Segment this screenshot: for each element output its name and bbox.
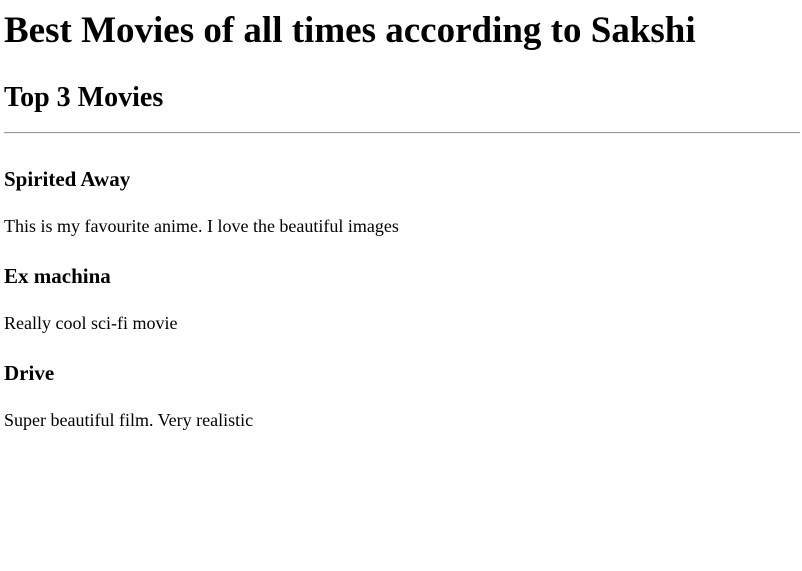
movie-description-3: Super beautiful film. Very realistic [4, 410, 254, 430]
movie-title-1: Spirited Away [4, 167, 131, 191]
movie-description-2: Really cool sci-fi movie [4, 313, 178, 333]
movie-title-2: Ex machina [4, 264, 111, 288]
movie-description-1: This is my favourite anime. I love the b… [4, 216, 399, 236]
page-subtitle: Top 3 Movies [4, 82, 164, 113]
divider [4, 132, 800, 134]
movie-title-3: Drive [4, 361, 55, 385]
page-title: Best Movies of all times according to Sa… [4, 10, 696, 51]
